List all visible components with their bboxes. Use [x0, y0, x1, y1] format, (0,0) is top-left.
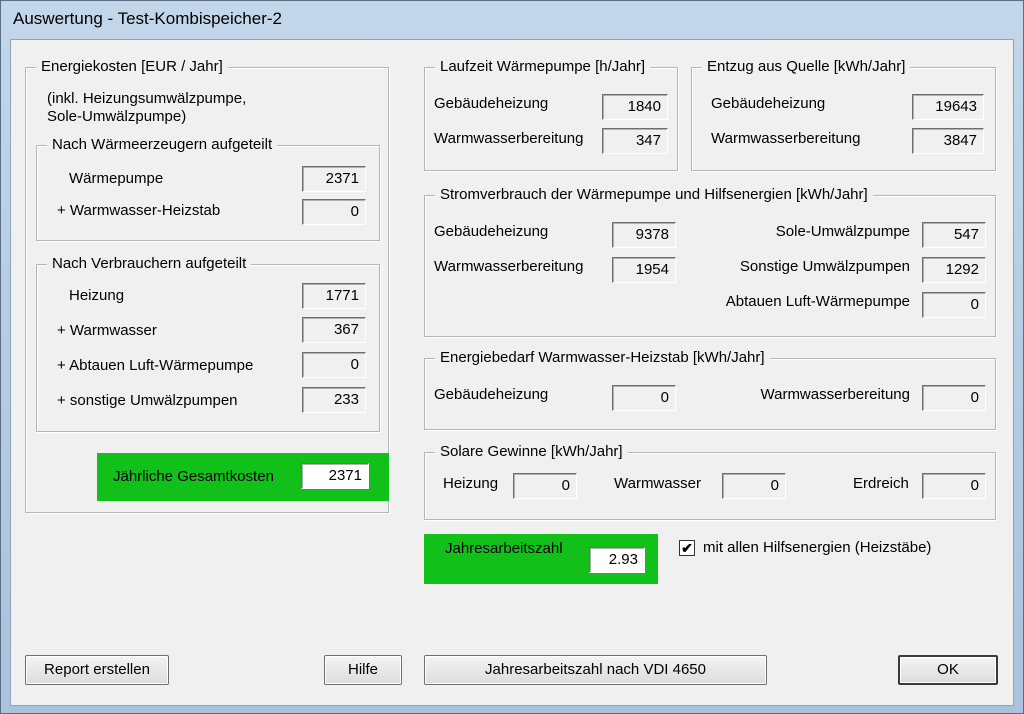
group-stromverbrauch: Stromverbrauch der Wärmepumpe und Hilfse… — [424, 186, 996, 337]
waermepumpe-label: Wärmepumpe — [69, 170, 164, 187]
group-waermeerzeuger-title: Nach Wärmeerzeugern aufgeteilt — [47, 136, 278, 154]
hilfsenergien-checkbox-label[interactable]: mit allen Hilfsenergien (Heizstäbe) — [703, 539, 931, 557]
strom-gebaeude-label: Gebäudeheizung — [434, 223, 549, 240]
verbraucher-heizung-field: 1771 — [302, 283, 366, 309]
gesamtkosten-label: Jährliche Gesamtkosten — [113, 468, 274, 485]
group-energiekosten: Energiekosten [EUR / Jahr] (inkl. Heizun… — [25, 58, 389, 513]
strom-sole-field: 547 — [922, 222, 986, 248]
group-laufzeit: Laufzeit Wärmepumpe [h/Jahr] Gebäudeheiz… — [424, 58, 678, 171]
solar-erdreich-label: Erdreich — [853, 475, 909, 492]
verbraucher-abtauen-field: 0 — [302, 352, 366, 378]
entzug-gebaeude-field: 19643 — [912, 94, 984, 120]
strom-sonstige-field: 1292 — [922, 257, 986, 283]
gesamtkosten-field: 2371 — [301, 463, 369, 489]
group-laufzeit-title: Laufzeit Wärmepumpe [h/Jahr] — [435, 58, 651, 76]
vdi-button[interactable]: Jahresarbeitszahl nach VDI 4650 — [424, 655, 767, 685]
group-solar-title: Solare Gewinne [kWh/Jahr] — [435, 443, 628, 461]
energiekosten-note: (inkl. Heizungsumwälzpumpe, Sole-Umwälzp… — [47, 90, 247, 125]
entzug-warmwasser-label: Warmwasserbereitung — [711, 130, 861, 147]
entzug-gebaeude-label: Gebäudeheizung — [711, 95, 826, 112]
strom-sole-label: Sole-Umwälzpumpe — [775, 223, 910, 240]
warmwasser-heizstab-kosten-field: 0 — [302, 199, 366, 225]
jaz-field: 2.93 — [589, 547, 645, 573]
heizstab-gebaeude-label: Gebäudeheizung — [434, 386, 549, 403]
group-stromverbrauch-title: Stromverbrauch der Wärmepumpe und Hilfse… — [435, 186, 873, 204]
verbraucher-heizung-label: Heizung — [69, 287, 125, 304]
report-button[interactable]: Report erstellen — [25, 655, 169, 685]
strom-gebaeude-field: 9378 — [612, 222, 676, 248]
jaz-label: Jahresarbeitszahl — [445, 540, 563, 557]
strom-sonstige-label: Sonstige Umwälzpumpen — [739, 258, 910, 275]
group-verbraucher: Nach Verbrauchern aufgeteilt Heizung 177… — [36, 255, 380, 432]
solar-warmwasser-label: Warmwasser — [614, 475, 701, 492]
entzug-warmwasser-field: 3847 — [912, 128, 984, 154]
strom-warmwasser-field: 1954 — [612, 257, 676, 283]
group-solar: Solare Gewinne [kWh/Jahr] Heizung 0 Warm… — [424, 443, 996, 520]
strom-abtauen-label: Abtauen Luft-Wärmepumpe — [725, 293, 910, 310]
verbraucher-umwaelzpumpen-field: 233 — [302, 387, 366, 413]
ok-button[interactable]: OK — [898, 655, 998, 685]
strom-abtauen-field: 0 — [922, 292, 986, 318]
laufzeit-gebaeude-field: 1840 — [602, 94, 668, 120]
group-heizstab: Energiebedarf Warmwasser-Heizstab [kWh/J… — [424, 349, 996, 430]
solar-heizung-field: 0 — [513, 473, 577, 499]
warmwasser-heizstab-label: + Warmwasser-Heizstab — [57, 202, 221, 219]
dialog-window: Auswertung - Test-Kombispeicher-2 Energi… — [0, 0, 1024, 714]
waermepumpe-kosten-field: 2371 — [302, 166, 366, 192]
verbraucher-abtauen-label: + Abtauen Luft-Wärmepumpe — [57, 357, 254, 374]
solar-warmwasser-field: 0 — [722, 473, 786, 499]
group-entzug-title: Entzug aus Quelle [kWh/Jahr] — [702, 58, 911, 76]
heizstab-warmwasser-label: Warmwasserbereitung — [760, 386, 911, 403]
gesamtkosten-highlight: Jährliche Gesamtkosten 2371 — [97, 453, 389, 501]
verbraucher-warmwasser-field: 367 — [302, 317, 366, 343]
heizstab-warmwasser-field: 0 — [922, 385, 986, 411]
group-entzug: Entzug aus Quelle [kWh/Jahr] Gebäudeheiz… — [691, 58, 996, 171]
hilfsenergien-checkbox[interactable]: ✔ — [679, 540, 695, 556]
window-title: Auswertung - Test-Kombispeicher-2 — [13, 9, 282, 28]
verbraucher-warmwasser-label: + Warmwasser — [57, 322, 157, 339]
group-verbraucher-title: Nach Verbrauchern aufgeteilt — [47, 255, 252, 273]
group-waermeerzeuger: Nach Wärmeerzeugern aufgeteilt Wärmepump… — [36, 136, 380, 241]
verbraucher-umwaelzpumpen-label: + sonstige Umwälzpumpen — [57, 392, 238, 409]
laufzeit-gebaeude-label: Gebäudeheizung — [434, 95, 549, 112]
solar-erdreich-field: 0 — [922, 473, 986, 499]
group-heizstab-title: Energiebedarf Warmwasser-Heizstab [kWh/J… — [435, 349, 770, 367]
heizstab-gebaeude-field: 0 — [612, 385, 676, 411]
jaz-highlight: Jahresarbeitszahl 2.93 — [424, 534, 658, 584]
solar-heizung-label: Heizung — [443, 475, 499, 492]
dialog-client: Energiekosten [EUR / Jahr] (inkl. Heizun… — [10, 39, 1014, 706]
strom-warmwasser-label: Warmwasserbereitung — [434, 258, 584, 275]
laufzeit-warmwasser-label: Warmwasserbereitung — [434, 130, 584, 147]
group-energiekosten-title: Energiekosten [EUR / Jahr] — [36, 58, 228, 76]
laufzeit-warmwasser-field: 347 — [602, 128, 668, 154]
hilfe-button[interactable]: Hilfe — [324, 655, 402, 685]
